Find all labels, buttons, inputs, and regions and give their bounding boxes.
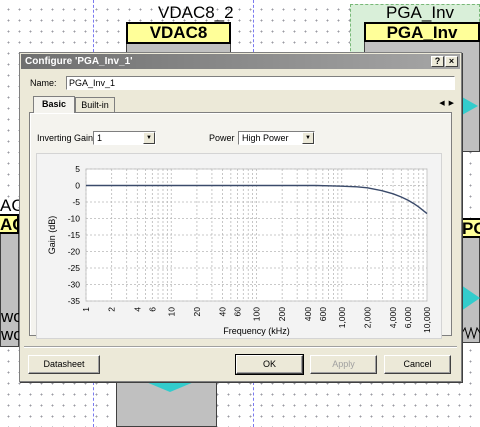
resistor-icon [462, 327, 480, 339]
x-tick-label: 1 [81, 307, 91, 312]
x-tick-label: 10,000 [422, 307, 432, 333]
tab-built-in[interactable]: Built-in [75, 97, 115, 113]
apply-button[interactable]: Apply [310, 355, 377, 374]
x-tick-label: 4,000 [388, 307, 398, 329]
x-tick-label: 2,000 [362, 307, 372, 329]
pga-inv-instance-label: PGA_Inv [386, 3, 455, 22]
close-button[interactable]: × [445, 56, 458, 67]
inverting-gain-value: 1 [97, 133, 103, 143]
x-tick-label: 200 [277, 307, 287, 321]
dialog-title: Configure 'PGA_Inv_1' [25, 56, 133, 67]
x-axis-title: Frequency (kHz) [223, 326, 290, 336]
help-button[interactable]: ? [431, 56, 444, 67]
left-component-header: AC8 [0, 214, 19, 234]
inverting-gain-select[interactable]: 1 ▼ [93, 131, 156, 145]
power-select[interactable]: High Power ▼ [238, 131, 315, 145]
name-input[interactable]: PGA_Inv_1 [66, 76, 455, 90]
schematic-dashed-line [93, 382, 94, 427]
cancel-button[interactable]: Cancel [384, 355, 451, 374]
y-tick-label: -15 [68, 230, 81, 240]
x-tick-label: 60 [233, 307, 243, 317]
x-tick-label: 1,000 [337, 307, 347, 329]
y-tick-label: 0 [75, 181, 80, 191]
x-tick-label: 6 [147, 307, 157, 312]
y-tick-label: -10 [68, 214, 81, 224]
chevron-down-icon[interactable]: ▼ [302, 132, 314, 144]
power-value: High Power [242, 133, 289, 143]
y-tick-label: -30 [68, 280, 81, 290]
x-tick-label: 20 [192, 307, 202, 317]
y-tick-label: -5 [72, 197, 80, 207]
x-tick-label: 2 [107, 307, 117, 312]
x-tick-label: 10 [166, 307, 176, 317]
dialog-titlebar[interactable]: Configure 'PGA_Inv_1' ? × [21, 54, 460, 69]
x-tick-label: 400 [303, 307, 313, 321]
schematic-dashed-line [93, 0, 94, 52]
tab-scroll-arrows-icon[interactable]: ◀ ▶ [439, 99, 455, 107]
pga-inv-component-header: PGA_Inv [364, 22, 480, 42]
y-tick-label: 5 [75, 164, 80, 174]
chevron-down-icon[interactable]: ▼ [143, 132, 155, 144]
name-label: Name: [30, 78, 57, 88]
x-tick-label: 600 [318, 307, 328, 321]
power-label: Power [209, 133, 235, 143]
tab-basic[interactable]: Basic [33, 96, 75, 113]
x-tick-label: 100 [252, 307, 262, 321]
frequency-response-chart: 5 0 -5 -10 -15 -20 -25 -30 -35 1 2 4 6 10 20 40 60 100 200… [36, 153, 442, 339]
configure-dialog: Configure 'PGA_Inv_1' ? × Name: PGA_Inv_… [19, 52, 462, 382]
vdac8-instance-label: VDAC8_2 [158, 3, 234, 22]
pga-amp-triangle-icon [462, 97, 478, 115]
inverting-gain-label: Inverting Gain [37, 133, 94, 143]
x-tick-label: 4 [132, 307, 142, 312]
y-tick-label: -25 [68, 263, 81, 273]
x-tick-label: 40 [218, 307, 228, 317]
y-tick-label: -35 [68, 296, 81, 306]
x-tick-label: 6,000 [403, 307, 413, 329]
datasheet-button[interactable]: Datasheet [28, 355, 100, 374]
y-tick-label: -20 [68, 247, 81, 257]
y-axis-title: Gain (dB) [47, 216, 57, 255]
dialog-separator [24, 346, 457, 348]
vdac8-component-header: VDAC8 [126, 22, 231, 44]
ok-button[interactable]: OK [235, 354, 304, 375]
right-component-header: PG [460, 218, 480, 238]
schematic-dashed-line [253, 382, 254, 427]
schematic-dashed-line [253, 0, 254, 52]
bottom-amp-triangle-icon [146, 382, 194, 392]
right-amp-triangle-icon [461, 285, 480, 311]
frequency-response-svg: 5 0 -5 -10 -15 -20 -25 -30 -351 2 4 6 10 20 40 60 100 200… [47, 164, 432, 336]
